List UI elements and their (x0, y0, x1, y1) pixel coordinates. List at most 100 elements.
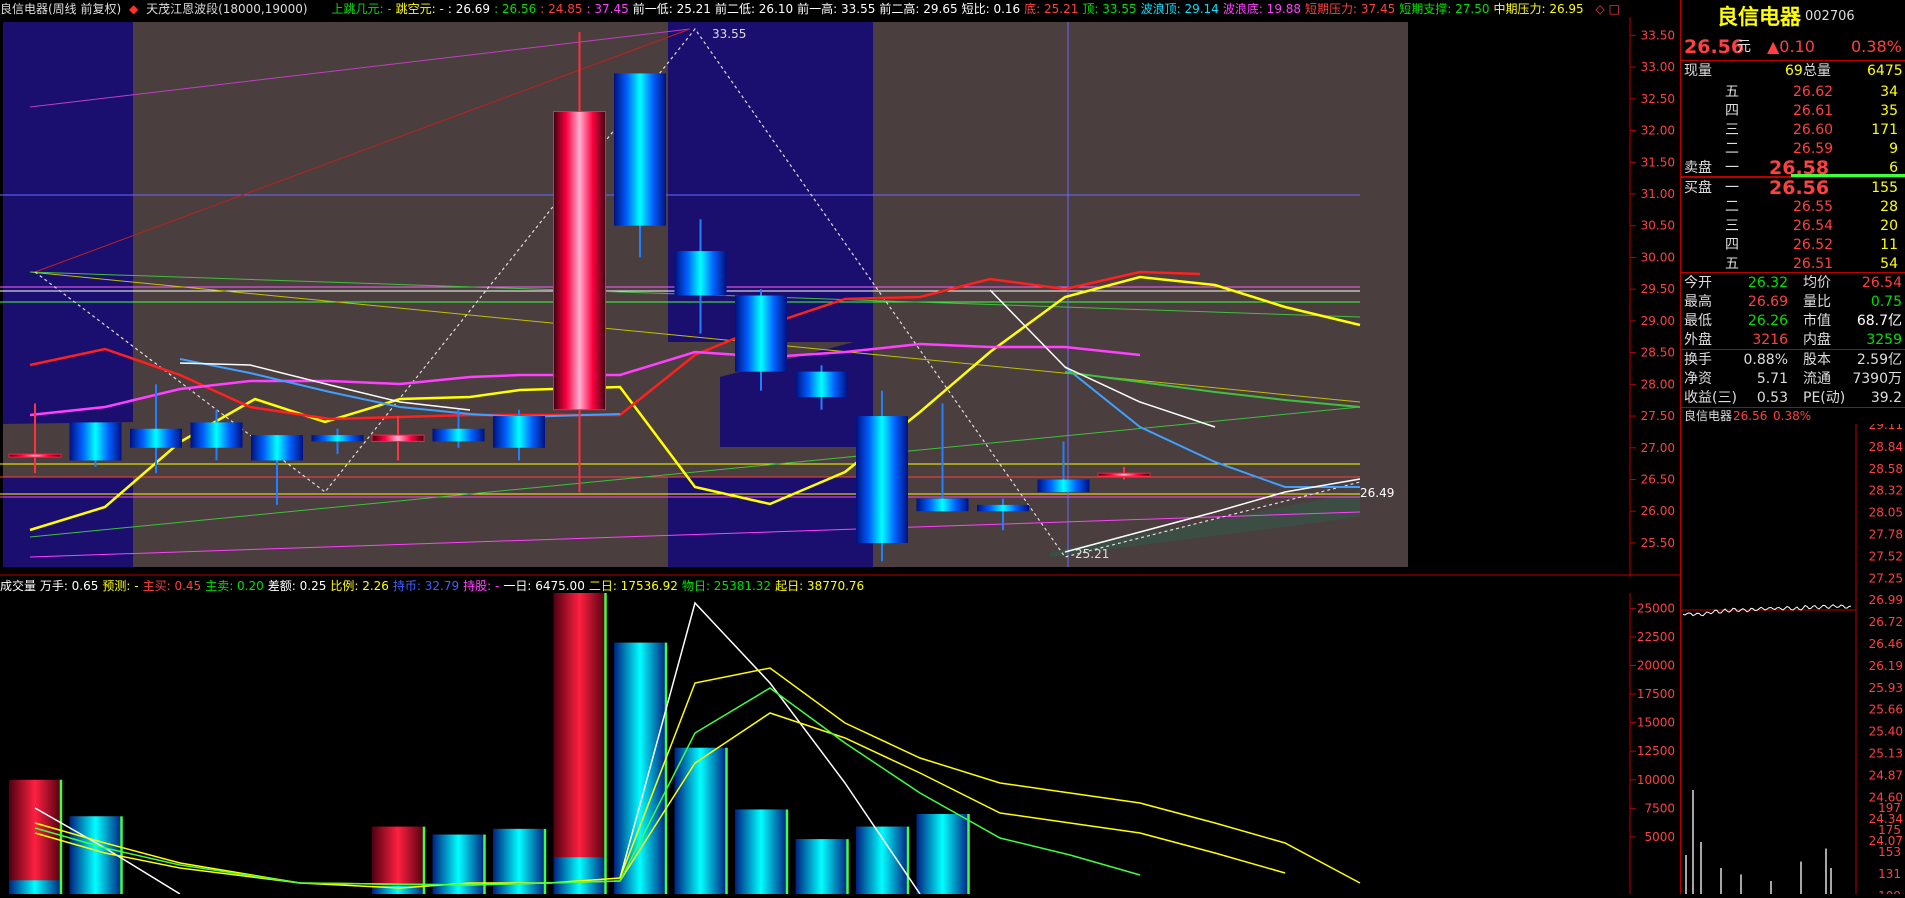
candlestick (796, 372, 848, 397)
shade-band (3, 22, 133, 567)
stat-value: 5.71 (1757, 370, 1788, 389)
ask-level: 三 (1725, 121, 1739, 140)
volume-axis-label: 10000 (1637, 773, 1675, 787)
volume-axis-label: 25000 (1637, 601, 1675, 615)
bid-row: 三 26.54 20 (1681, 217, 1905, 236)
bid-row: 二 26.55 28 (1681, 198, 1905, 217)
price-axis-label: 29.50 (1641, 282, 1675, 296)
stat-value: 2.59亿 (1857, 351, 1902, 370)
volume-axis-label: 12500 (1637, 744, 1675, 758)
stat-value: 68.7亿 (1857, 312, 1902, 331)
current-volume-label: 现量 (1684, 62, 1712, 81)
candlestick (493, 416, 545, 448)
indicator-value: 中期压力: 26.95 (1493, 2, 1583, 16)
price-change: ▲0.10 (1767, 36, 1815, 58)
last-price-label: 26.49 (1360, 486, 1394, 500)
candlestick (70, 422, 122, 460)
ask-price: 26.61 (1793, 102, 1833, 121)
mini-axis-label: 25.40 (1869, 725, 1903, 739)
intraday-mini-chart[interactable]: 29.11 28.84 28.58 28.32 28.05 27.78 27.52 27.25… (1681, 424, 1905, 894)
stat-row: 换手 0.88% 股本 2.59亿 (1681, 351, 1905, 370)
mini-vol-axis-label: 153 (1878, 845, 1901, 859)
stat-label: 量比 (1803, 293, 1831, 312)
mini-axis-label: 25.66 (1869, 703, 1903, 717)
volume-indicator-value: 差额: 0.25 (268, 579, 327, 593)
ask-volume: 34 (1880, 83, 1898, 102)
mini-vol-axis-label: 131 (1878, 867, 1901, 881)
volume-chart[interactable]: 25000 22500 20000 17500 15000 12500 10000 7500 5… (0, 593, 1680, 894)
window-controls-icon[interactable]: ◇ □ (1596, 2, 1620, 16)
volume-row: 现量 69 总量 6475 (1681, 62, 1905, 81)
price-axis-label: 31.00 (1641, 187, 1675, 201)
price-axis-label: 30.50 (1641, 219, 1675, 233)
volume-indicator-value: 主卖: 0.20 (205, 579, 264, 593)
volume-bar-blue (614, 643, 666, 894)
indicator-value: : 26.69 (448, 2, 490, 16)
candlestick (433, 429, 485, 442)
price-unit: 元 (1737, 36, 1751, 58)
mini-axis-label: 28.05 (1869, 506, 1903, 520)
indicator-value: 前一高: 33.55 (797, 2, 875, 16)
stat-label: 外盘 (1684, 331, 1712, 350)
low-price-label: 25.21 (1075, 547, 1109, 561)
stat-label: 市值 (1803, 312, 1831, 331)
total-volume-label: 总量 (1803, 62, 1831, 81)
indicator-value: 前二低: 26.10 (715, 2, 793, 16)
price-axis-label: 28.50 (1641, 346, 1675, 360)
mini-axis-label: 24.87 (1869, 768, 1903, 782)
current-volume-value: 69 (1785, 62, 1803, 81)
candlestick (735, 296, 787, 372)
volume-bar-blue (796, 839, 848, 894)
ask-level: 二 (1725, 140, 1739, 159)
mini-axis-label: 26.72 (1869, 615, 1903, 629)
indicator-value: 波浪顶: 29.14 (1141, 2, 1219, 16)
volume-bar (9, 780, 61, 894)
indicator-title[interactable]: 天茂江恩波段(18000,19000) (146, 2, 308, 16)
stat-value: 0.75 (1871, 293, 1902, 312)
ask-row: 四 26.61 35 (1681, 102, 1905, 121)
candlestick (9, 454, 61, 457)
stock-title[interactable]: 良信电器(周线 前复权) (0, 2, 121, 16)
volume-bar-blue (675, 748, 727, 894)
ask-row: 五 26.62 34 (1681, 83, 1905, 102)
stat-label: 流通 (1803, 370, 1831, 389)
price-chart[interactable]: 33.50 33.00 32.50 32.00 31.50 31.00 30.50 30.00… (0, 17, 1680, 577)
volume-indicator-value: 物日: 25381.32 (682, 579, 771, 593)
ask-level: 四 (1725, 102, 1739, 121)
mini-axis-label: 25.93 (1869, 681, 1903, 695)
divider (1681, 272, 1905, 273)
indicator-value: 前一低: 25.21 (633, 2, 711, 16)
price-axis-label: 29.00 (1641, 314, 1675, 328)
mini-axis-label: 26.99 (1869, 593, 1903, 607)
volume-axis-label: 7500 (1644, 801, 1675, 815)
bid-price: 26.52 (1793, 236, 1833, 255)
ask-volume: 171 (1871, 121, 1898, 140)
ask-volume: 35 (1880, 102, 1898, 121)
candlestick (675, 251, 727, 295)
stat-label: 均价 (1803, 274, 1831, 293)
bid-row: 一 26.56 155 买盘 (1681, 179, 1905, 198)
indicator-values: 上跳几元: - 跳空元: -: 26.69: 26.56: 24.85: 37.4… (331, 2, 1587, 16)
volume-axis-label: 5000 (1644, 830, 1675, 844)
volume-indicator-value: 持币: 32.79 (393, 579, 459, 593)
bid-level: 二 (1725, 198, 1739, 217)
volume-bar-blue (917, 814, 969, 894)
indicator-value: 跳空元: - (396, 2, 444, 16)
bid-price: 26.56 (1769, 179, 1829, 198)
quote-price-row: 26.56 元 ▲0.10 0.38% (1681, 36, 1905, 58)
stat-value: 39.2 (1871, 389, 1902, 408)
price-axis-label: 30.00 (1641, 250, 1675, 264)
stat-value: 26.69 (1748, 293, 1788, 312)
bid-price: 26.54 (1793, 217, 1833, 236)
candlestick (312, 435, 364, 441)
volume-bar (554, 593, 606, 894)
bid-price: 26.55 (1793, 198, 1833, 217)
quote-panel: 良信电器 002706 26.56 元 ▲0.10 0.38% 现量 69 总量… (1680, 0, 1905, 894)
mini-axis-label: 26.46 (1869, 637, 1903, 651)
volume-indicator-value: 持股: - (463, 579, 499, 593)
stat-value: 26.26 (1748, 312, 1788, 331)
shade-band (668, 477, 873, 567)
stat-row: 净资 5.71 流通 7390万 (1681, 370, 1905, 389)
price-axis-label: 32.00 (1641, 124, 1675, 138)
high-price-label: 33.55 (712, 27, 746, 41)
